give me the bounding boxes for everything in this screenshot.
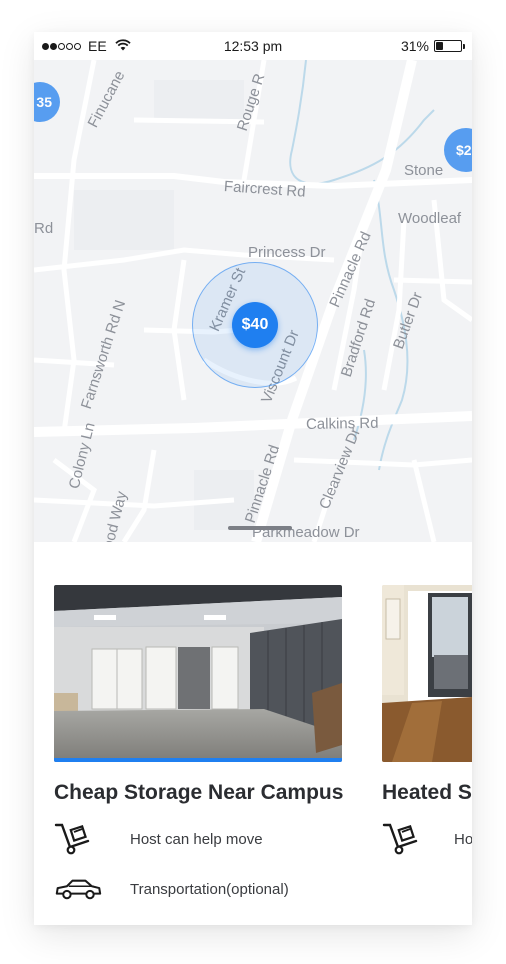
feature-row: Ho — [382, 821, 472, 857]
room-photo — [382, 585, 472, 762]
street-label: Stone — [404, 162, 444, 179]
hand-truck-icon — [54, 821, 102, 857]
battery-area: 31% — [400, 38, 465, 54]
street-label: Rd — [34, 220, 54, 237]
phone-frame: EE 12:53 pm 31% Finucane Rouge R Stone F… — [34, 32, 472, 925]
storage-photo — [54, 585, 342, 762]
hand-truck-icon — [382, 821, 430, 857]
map-view[interactable]: Finucane Rouge R Stone Faircrest Rd Wood… — [34, 60, 472, 542]
battery-icon — [434, 40, 465, 52]
listing-carousel[interactable]: Cheap Storage Near Campus Host can help … — [34, 542, 472, 925]
drag-handle[interactable] — [228, 526, 292, 530]
feature-label: Transportation(optional) — [130, 880, 289, 898]
feature-label: Host can help move — [130, 830, 263, 848]
feature-row: Host can help move — [54, 821, 334, 857]
price-pin-selected[interactable]: $40 — [232, 302, 278, 348]
listing-title[interactable]: Heated S — [382, 781, 472, 805]
car-icon — [54, 871, 102, 907]
feature-label: Ho — [454, 830, 472, 848]
street-label: Woodleaf — [398, 210, 462, 227]
feature-row: Transportation(optional) — [54, 871, 334, 907]
battery-percent: 31% — [400, 38, 429, 54]
street-label: Calkins Rd — [305, 414, 379, 433]
listing-title[interactable]: Cheap Storage Near Campus — [54, 781, 343, 805]
street-label: Princess Dr — [248, 244, 326, 261]
status-bar: EE 12:53 pm 31% — [34, 32, 472, 60]
